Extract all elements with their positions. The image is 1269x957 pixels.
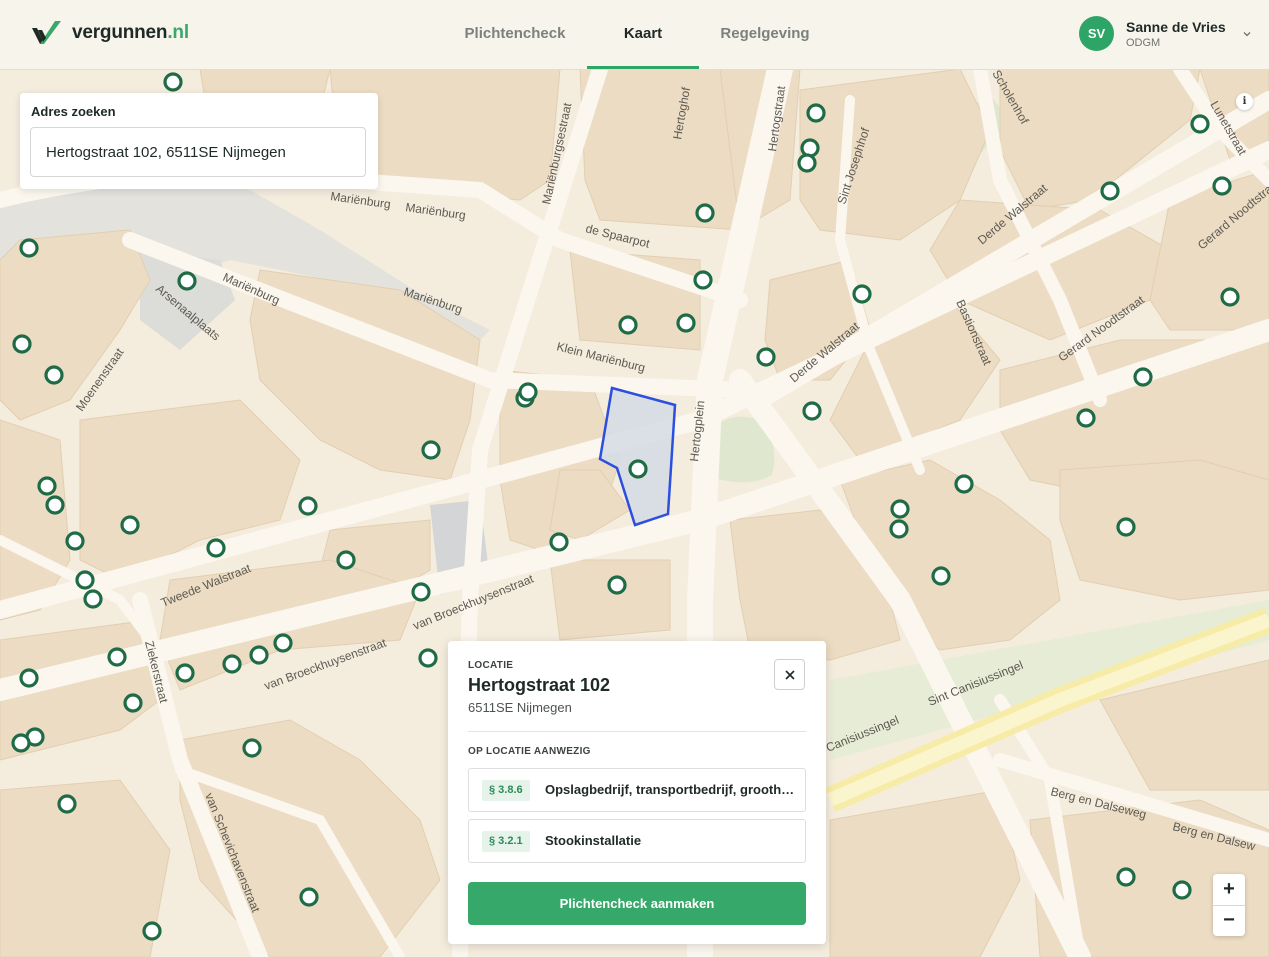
map-marker[interactable] (1220, 287, 1240, 307)
present-label: OP LOCATIE AANWEZIG (468, 746, 591, 757)
map-marker[interactable] (242, 738, 262, 758)
paragraph-badge: § 3.2.1 (482, 831, 530, 852)
map-marker[interactable] (175, 663, 195, 683)
map-marker[interactable] (177, 271, 197, 291)
tab-regelgeving[interactable]: Regelgeving (706, 0, 824, 69)
location-panel: LOCATIE Hertogstraat 102 6511SE Nijmegen… (448, 641, 826, 944)
map-marker[interactable] (1133, 367, 1153, 387)
map-marker[interactable] (163, 72, 183, 92)
map-marker[interactable] (695, 203, 715, 223)
avatar: SV (1079, 16, 1114, 51)
map-marker[interactable] (890, 499, 910, 519)
map-marker[interactable] (83, 589, 103, 609)
map-marker[interactable] (123, 693, 143, 713)
map-marker[interactable] (954, 474, 974, 494)
location-kicker: LOCATIE (468, 660, 514, 671)
activity-item[interactable]: § 3.2.1 Stookinstallatie (468, 819, 806, 863)
map-marker[interactable] (756, 347, 776, 367)
location-subtitle: 6511SE Nijmegen (468, 700, 572, 715)
brand-name: vergunnen (72, 22, 168, 43)
map-marker[interactable] (299, 887, 319, 907)
map-marker[interactable] (1212, 176, 1232, 196)
map-marker[interactable] (12, 334, 32, 354)
brand-tld: .nl (167, 22, 189, 43)
logo[interactable]: vergunnen.nl (30, 18, 189, 48)
map-marker[interactable] (120, 515, 140, 535)
map-marker[interactable] (518, 382, 538, 402)
map-marker[interactable] (107, 647, 127, 667)
map-marker[interactable] (222, 654, 242, 674)
divider (468, 731, 806, 732)
address-search-panel: Adres zoeken (20, 93, 378, 189)
user-menu[interactable]: SV Sanne de Vries ODGM (1079, 16, 1252, 51)
map-marker[interactable] (75, 570, 95, 590)
map-marker[interactable] (1076, 408, 1096, 428)
logo-icon (32, 21, 61, 44)
map-marker[interactable] (806, 103, 826, 123)
activity-label: Stookinstallatie (545, 833, 642, 848)
user-info: Sanne de Vries ODGM (1126, 19, 1226, 49)
zoom-in-button[interactable]: + (1213, 874, 1245, 905)
map-marker[interactable] (800, 138, 820, 158)
zoom-out-button[interactable]: − (1213, 905, 1245, 936)
user-org: ODGM (1126, 36, 1161, 49)
map-marker[interactable] (797, 153, 817, 173)
map-marker[interactable] (418, 648, 438, 668)
map-marker[interactable] (549, 532, 569, 552)
map-marker[interactable] (607, 575, 627, 595)
map-marker[interactable] (693, 270, 713, 290)
map-marker[interactable] (19, 238, 39, 258)
map-marker[interactable] (618, 315, 638, 335)
activity-item[interactable]: § 3.8.6 Opslagbedrijf, transportbedrijf,… (468, 768, 806, 812)
map-marker[interactable] (1116, 867, 1136, 887)
map-marker[interactable] (45, 495, 65, 515)
map-marker[interactable] (37, 476, 57, 496)
map-marker[interactable] (1100, 181, 1120, 201)
activity-label: Opslagbedrijf, transportbedrijf, grootha… (545, 782, 795, 797)
close-button[interactable] (774, 659, 805, 690)
map-marker[interactable] (249, 645, 269, 665)
search-label: Adres zoeken (31, 104, 116, 119)
map-marker[interactable] (889, 519, 909, 539)
map-marker[interactable] (1116, 517, 1136, 537)
map-marker[interactable] (273, 633, 293, 653)
map-marker[interactable] (1172, 880, 1192, 900)
tab-plichtencheck[interactable]: Plichtencheck (450, 0, 580, 69)
map-marker[interactable] (336, 550, 356, 570)
paragraph-badge: § 3.8.6 (482, 780, 530, 801)
map-marker[interactable] (676, 313, 696, 333)
map-info-button[interactable]: i (1236, 93, 1253, 110)
user-name: Sanne de Vries (1126, 18, 1226, 35)
map-marker[interactable] (11, 733, 31, 753)
map-marker[interactable] (57, 794, 77, 814)
chevron-down-icon (1243, 31, 1251, 36)
address-search-input[interactable] (30, 127, 366, 177)
map-marker[interactable] (421, 440, 441, 460)
map-marker[interactable] (65, 531, 85, 551)
map-marker[interactable] (931, 566, 951, 586)
tab-kaart[interactable]: Kaart (587, 0, 699, 69)
location-title: Hertogstraat 102 (468, 675, 611, 695)
top-bar: vergunnen.nl Plichtencheck Kaart Regelge… (0, 0, 1269, 70)
zoom-control: + − (1213, 874, 1245, 936)
map-marker[interactable] (411, 582, 431, 602)
map-marker[interactable] (44, 365, 64, 385)
map-marker[interactable] (206, 538, 226, 558)
map-marker[interactable] (852, 284, 872, 304)
map-marker[interactable] (1190, 114, 1210, 134)
map-marker[interactable] (19, 668, 39, 688)
close-icon (784, 670, 795, 680)
create-plichtencheck-button[interactable]: Plichtencheck aanmaken (468, 882, 806, 925)
map-marker[interactable] (802, 401, 822, 421)
map-marker[interactable] (628, 459, 648, 479)
map-marker[interactable] (142, 921, 162, 941)
map-marker[interactable] (298, 496, 318, 516)
